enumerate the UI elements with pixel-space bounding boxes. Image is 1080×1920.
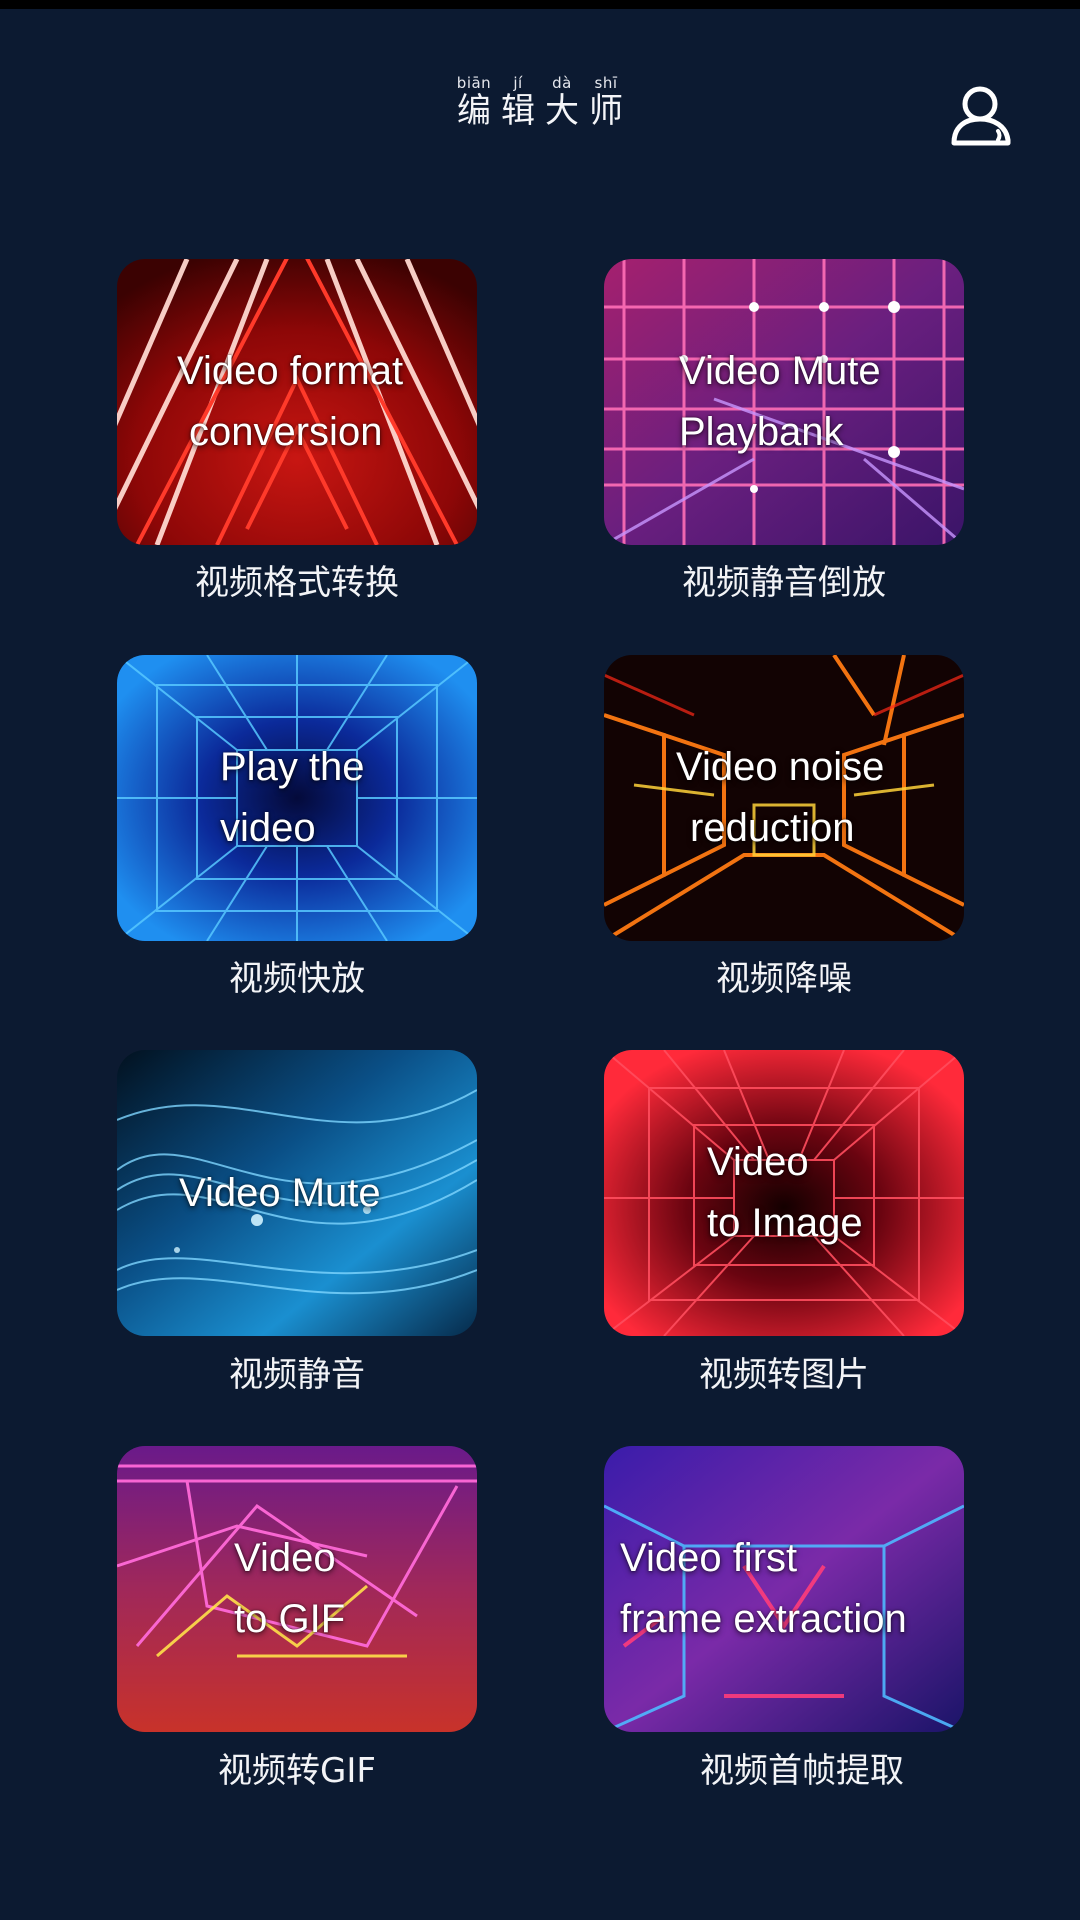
feature-card-mute[interactable]: Video Mute [117, 1050, 477, 1336]
title-char: biān 编 [452, 74, 496, 130]
banner-text: Video Mute [117, 1050, 477, 1336]
feature-caption[interactable]: 视频格式转换 [117, 563, 477, 603]
banner-text: Video format conversion [117, 259, 477, 545]
title-hanzi: 辑 [501, 91, 535, 131]
feature-card-to-gif[interactable]: Video to GIF [117, 1446, 477, 1732]
banner-line: Video [707, 1140, 809, 1184]
title-char: dà 大 [540, 74, 584, 130]
feature-caption[interactable]: 视频静音 [117, 1355, 477, 1395]
banner-line: Video Mute [179, 1170, 381, 1215]
status-bar [0, 0, 1080, 9]
banner-line: Play the [220, 745, 365, 789]
title-pinyin: biān [456, 74, 492, 92]
feature-caption[interactable]: 视频快放 [117, 959, 477, 999]
banner-text: Video to Image [604, 1050, 964, 1336]
feature-card-noise-reduction[interactable]: Video noise reduction [604, 655, 964, 941]
app-header: biān 编 jí 辑 dà 大 shī 师 [0, 9, 1080, 209]
feature-caption[interactable]: 视频首帧提取 [622, 1751, 982, 1791]
title-hanzi: 师 [589, 91, 623, 131]
app-title: biān 编 jí 辑 dà 大 shī 师 [0, 73, 1080, 130]
banner-text: Video to GIF [117, 1446, 477, 1732]
banner-line: reduction [690, 806, 855, 850]
banner-line: video [220, 806, 316, 850]
feature-card-first-frame[interactable]: Video first frame extraction [604, 1446, 964, 1732]
title-hanzi: 大 [545, 91, 579, 131]
title-hanzi: 编 [457, 91, 491, 131]
feature-card-to-image[interactable]: Video to Image [604, 1050, 964, 1336]
banner-line: to GIF [234, 1597, 346, 1641]
banner-line: Playbank [679, 410, 844, 454]
banner-line: to Image [707, 1201, 863, 1245]
feature-caption[interactable]: 视频转图片 [604, 1355, 964, 1395]
banner-text: Video Mute Playbank [604, 259, 964, 545]
title-pinyin: shī [594, 74, 618, 92]
feature-caption[interactable]: 视频静音倒放 [604, 563, 964, 603]
banner-line: Video [234, 1536, 336, 1580]
banner-text: Video first frame extraction [604, 1446, 964, 1732]
user-icon[interactable] [950, 84, 1012, 146]
banner-line: conversion [189, 410, 383, 454]
banner-line: Video noise [676, 745, 885, 789]
title-pinyin: dà [552, 74, 572, 92]
feature-card-fast-play[interactable]: Play the video [117, 655, 477, 941]
banner-line: Video Mute [679, 349, 881, 393]
banner-text: Play the video [117, 655, 477, 941]
feature-card-mute-playback[interactable]: Video Mute Playbank [604, 259, 964, 545]
feature-caption[interactable]: 视频转GIF [117, 1751, 477, 1791]
title-char: shī 师 [584, 74, 628, 130]
title-char: jí 辑 [496, 74, 540, 130]
banner-line: Video format [177, 349, 404, 393]
banner-line: frame extraction [620, 1597, 907, 1641]
feature-card-format-conversion[interactable]: Video format conversion [117, 259, 477, 545]
feature-caption[interactable]: 视频降噪 [604, 959, 964, 999]
banner-line: Video first [620, 1536, 798, 1580]
banner-text: Video noise reduction [604, 655, 964, 941]
title-pinyin: jí [513, 74, 523, 92]
